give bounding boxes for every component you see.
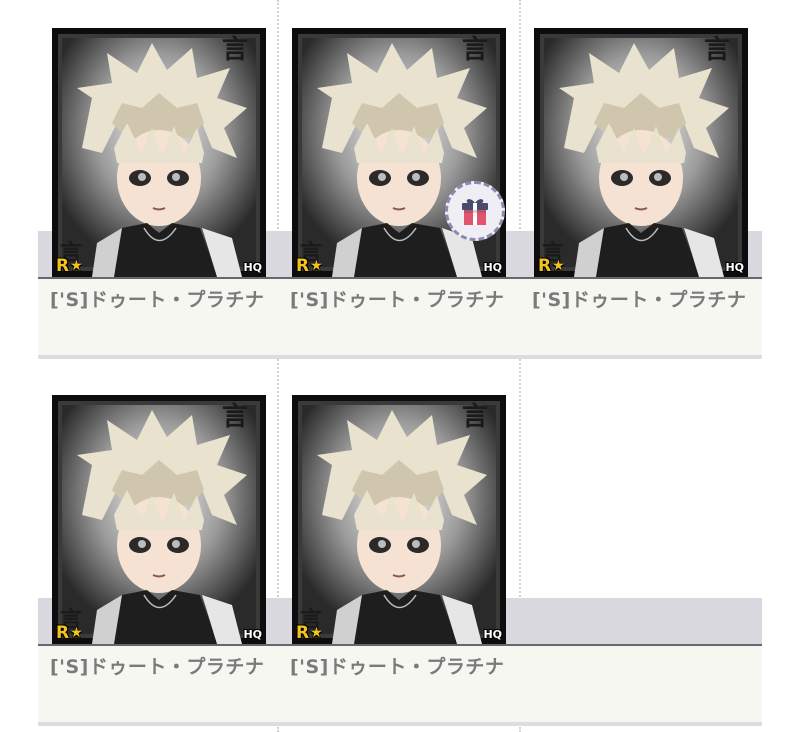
- quality-tag: HQ: [483, 628, 502, 641]
- character-art: [292, 395, 506, 644]
- item-name[interactable]: ['S]ドゥート・プラチナ: [50, 656, 270, 678]
- rank-badge: R ★: [56, 624, 83, 642]
- character-art: [534, 28, 748, 277]
- quality-tag: HQ: [243, 628, 262, 641]
- rank-letter: R: [56, 623, 70, 643]
- character-art: [52, 28, 266, 277]
- gift-icon: [462, 199, 488, 225]
- rank-letter: R: [296, 623, 310, 643]
- item-name[interactable]: ['S]ドゥート・プラチナ: [290, 289, 510, 311]
- card-item[interactable]: R ★ HQ: [52, 28, 266, 277]
- quality-tag: HQ: [725, 261, 744, 274]
- gift-button[interactable]: [445, 181, 505, 241]
- item-name[interactable]: ['S]ドゥート・プラチナ: [532, 289, 752, 311]
- rank-star-icon: ★: [310, 258, 323, 274]
- rank-letter: R: [296, 256, 310, 276]
- rank-badge: R ★: [538, 257, 565, 275]
- rank-star-icon: ★: [70, 625, 83, 641]
- rank-badge: R ★: [296, 257, 323, 275]
- item-name[interactable]: ['S]ドゥート・プラチナ: [290, 656, 510, 678]
- character-art: [52, 395, 266, 644]
- card-item[interactable]: R ★ HQ: [534, 28, 748, 277]
- rank-star-icon: ★: [70, 258, 83, 274]
- quality-tag: HQ: [243, 261, 262, 274]
- card-item[interactable]: R ★ HQ: [52, 395, 266, 644]
- rank-star-icon: ★: [552, 258, 565, 274]
- rank-letter: R: [56, 256, 70, 276]
- rank-letter: R: [538, 256, 552, 276]
- item-name[interactable]: ['S]ドゥート・プラチナ: [50, 289, 270, 311]
- rank-badge: R ★: [56, 257, 83, 275]
- quality-tag: HQ: [483, 261, 502, 274]
- rank-badge: R ★: [296, 624, 323, 642]
- card-item[interactable]: R ★ HQ: [292, 395, 506, 644]
- rank-star-icon: ★: [310, 625, 323, 641]
